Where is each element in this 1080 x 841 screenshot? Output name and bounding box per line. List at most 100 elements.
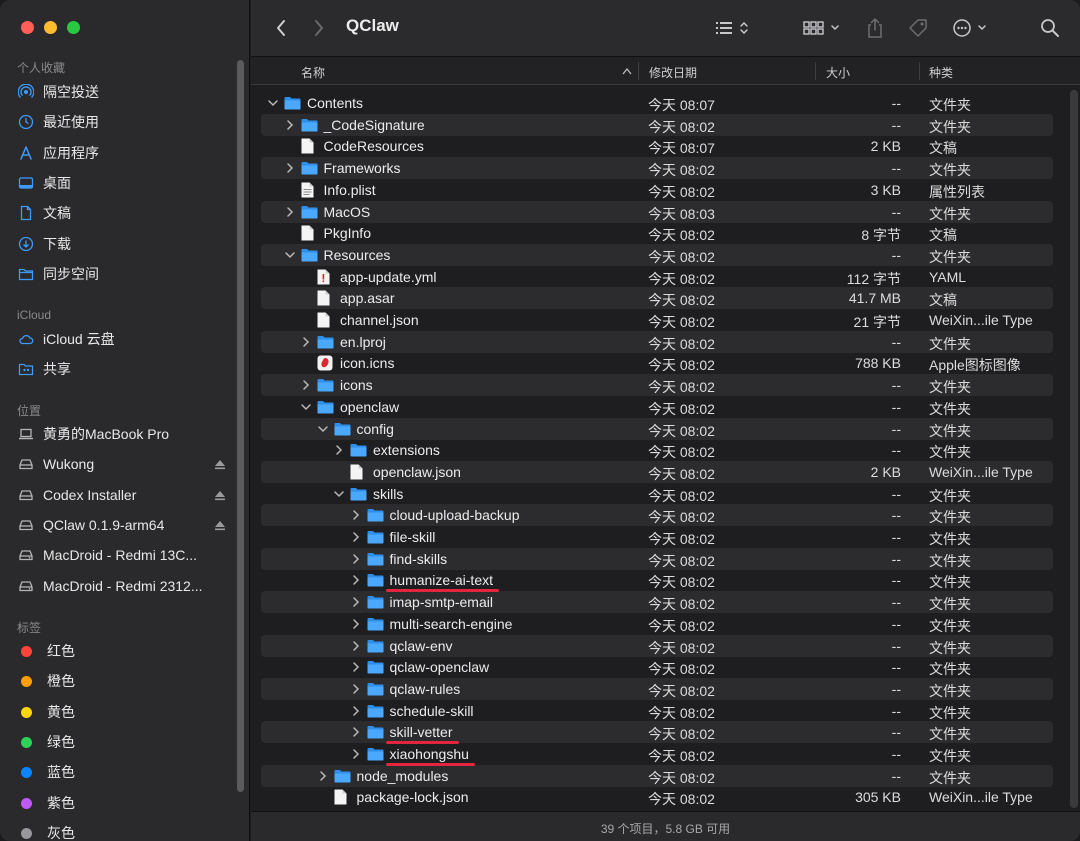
file-row[interactable]: extensions 今天 08:02 -- 文件夹	[261, 439, 1053, 461]
group-button[interactable]	[802, 14, 844, 42]
column-name-header[interactable]: 名称	[301, 64, 325, 81]
disclosure-expanded-icon[interactable]	[300, 401, 312, 413]
sidebar-item-tags-6[interactable]: 灰色	[17, 821, 217, 841]
sidebar-item-tags-2[interactable]: 黄色	[17, 700, 217, 724]
file-row[interactable]: qclaw-openclaw 今天 08:02 -- 文件夹	[261, 656, 1053, 678]
disclosure-collapsed-icon[interactable]	[284, 162, 296, 174]
file-row[interactable]: skills 今天 08:02 -- 文件夹	[261, 483, 1053, 505]
close-window-button[interactable]	[21, 21, 34, 34]
disclosure-collapsed-icon[interactable]	[300, 379, 312, 391]
disclosure-expanded-icon[interactable]	[267, 97, 279, 109]
disclosure-collapsed-icon[interactable]	[350, 748, 362, 760]
share-button[interactable]	[864, 14, 886, 42]
action-menu-button[interactable]	[951, 14, 993, 42]
column-date-header[interactable]: 修改日期	[649, 64, 697, 81]
sidebar-item-locations-5[interactable]: MacDroid - Redmi 2312...	[17, 574, 217, 598]
disclosure-collapsed-icon[interactable]	[350, 531, 362, 543]
disclosure-collapsed-icon[interactable]	[350, 574, 362, 586]
file-row[interactable]: Contents 今天 08:07 -- 文件夹	[261, 92, 1053, 114]
sidebar-item-favorites-5[interactable]: 下载	[17, 232, 217, 256]
file-row[interactable]: icon.icns 今天 08:02 788 KB Apple图标图像	[261, 352, 1053, 374]
disclosure-collapsed-icon[interactable]	[350, 640, 362, 652]
file-row[interactable]: Frameworks 今天 08:02 -- 文件夹	[261, 157, 1053, 179]
file-list-scrollbar[interactable]	[1070, 90, 1078, 808]
sidebar-item-icloud-0[interactable]: iCloud 云盘	[17, 327, 217, 351]
disclosure-collapsed-icon[interactable]	[317, 770, 329, 782]
file-row[interactable]: icons 今天 08:02 -- 文件夹	[261, 374, 1053, 396]
file-row[interactable]: multi-search-engine 今天 08:02 -- 文件夹	[261, 613, 1053, 635]
file-row[interactable]: app.asar 今天 08:02 41.7 MB 文稿	[261, 287, 1053, 309]
file-row[interactable]: CodeResources 今天 08:07 2 KB 文稿	[261, 135, 1053, 157]
sidebar-item-icloud-1[interactable]: 共享	[17, 357, 217, 381]
file-row[interactable]: find-skills 今天 08:02 -- 文件夹	[261, 548, 1053, 570]
file-row[interactable]: app-update.yml 今天 08:02 112 字节 YAML	[261, 266, 1053, 288]
file-row[interactable]: humanize-ai-text 今天 08:02 -- 文件夹	[261, 569, 1053, 591]
sidebar-item-locations-4[interactable]: MacDroid - Redmi 13C...	[17, 543, 217, 567]
file-row[interactable]: node_modules 今天 08:02 -- 文件夹	[261, 765, 1053, 787]
disclosure-collapsed-icon[interactable]	[350, 553, 362, 565]
file-row[interactable]: file-skill 今天 08:02 -- 文件夹	[261, 526, 1053, 548]
sidebar-item-favorites-1[interactable]: 最近使用	[17, 110, 217, 134]
file-row[interactable]: en.lproj 今天 08:02 -- 文件夹	[261, 331, 1053, 353]
file-row[interactable]: skill-vetter 今天 08:02 -- 文件夹	[261, 721, 1053, 743]
disclosure-expanded-icon[interactable]	[284, 249, 296, 261]
sidebar-item-tags-0[interactable]: 红色	[17, 639, 217, 663]
sidebar-item-tags-5[interactable]: 紫色	[17, 791, 217, 815]
back-button[interactable]	[269, 14, 293, 42]
column-divider[interactable]	[815, 62, 816, 80]
file-row[interactable]: package-lock.json 今天 08:02 305 KB WeiXin...…	[261, 786, 1053, 808]
disclosure-collapsed-icon[interactable]	[350, 596, 362, 608]
file-row[interactable]: qclaw-env 今天 08:02 -- 文件夹	[261, 635, 1053, 657]
file-row[interactable]: MacOS 今天 08:03 -- 文件夹	[261, 201, 1053, 223]
file-row[interactable]: channel.json 今天 08:02 21 字节 WeiXin...ile Ty…	[261, 309, 1053, 331]
sidebar-item-favorites-2[interactable]: 应用程序	[17, 141, 217, 165]
file-row[interactable]: Info.plist 今天 08:02 3 KB 属性列表	[261, 179, 1053, 201]
disclosure-collapsed-icon[interactable]	[350, 509, 362, 521]
disclosure-expanded-icon[interactable]	[317, 423, 329, 435]
disclosure-collapsed-icon[interactable]	[350, 705, 362, 717]
file-row[interactable]: imap-smtp-email 今天 08:02 -- 文件夹	[261, 591, 1053, 613]
view-options-button[interactable]	[713, 14, 755, 42]
file-row[interactable]: Resources 今天 08:02 -- 文件夹	[261, 244, 1053, 266]
tag-button[interactable]	[906, 14, 930, 42]
file-row[interactable]: openclaw 今天 08:02 -- 文件夹	[261, 396, 1053, 418]
eject-icon[interactable]	[213, 519, 227, 531]
file-row[interactable]: schedule-skill 今天 08:02 -- 文件夹	[261, 700, 1053, 722]
sort-ascending-icon[interactable]	[622, 67, 632, 75]
file-row[interactable]: qclaw-rules 今天 08:02 -- 文件夹	[261, 678, 1053, 700]
disclosure-collapsed-icon[interactable]	[284, 119, 296, 131]
disclosure-expanded-icon[interactable]	[333, 488, 345, 500]
eject-icon[interactable]	[213, 458, 227, 470]
column-kind-header[interactable]: 种类	[929, 64, 953, 81]
sidebar-item-locations-3[interactable]: QClaw 0.1.9-arm64	[17, 513, 225, 537]
disclosure-collapsed-icon[interactable]	[300, 336, 312, 348]
zoom-window-button[interactable]	[67, 21, 80, 34]
search-button[interactable]	[1038, 14, 1062, 42]
sidebar-item-favorites-3[interactable]: 桌面	[17, 171, 217, 195]
sidebar-item-locations-2[interactable]: Codex Installer	[17, 483, 225, 507]
file-row[interactable]: config 今天 08:02 -- 文件夹	[261, 418, 1053, 440]
sidebar-item-favorites-4[interactable]: 文稿	[17, 201, 217, 225]
forward-button[interactable]	[307, 14, 331, 42]
sidebar-scrollbar[interactable]	[237, 60, 244, 792]
column-divider[interactable]	[638, 62, 639, 80]
disclosure-collapsed-icon[interactable]	[350, 726, 362, 738]
sidebar-item-locations-0[interactable]: 黄勇的MacBook Pro	[17, 422, 217, 446]
file-row[interactable]: openclaw.json 今天 08:02 2 KB WeiXin...ile Ty…	[261, 461, 1053, 483]
sidebar-item-tags-3[interactable]: 绿色	[17, 730, 217, 754]
disclosure-collapsed-icon[interactable]	[284, 206, 296, 218]
sidebar-item-tags-4[interactable]: 蓝色	[17, 760, 217, 784]
sidebar-item-favorites-0[interactable]: 隔空投送	[17, 80, 217, 104]
sidebar-item-locations-1[interactable]: Wukong	[17, 452, 225, 476]
column-size-header[interactable]: 大小	[826, 64, 850, 81]
disclosure-collapsed-icon[interactable]	[350, 618, 362, 630]
file-row[interactable]: _CodeSignature 今天 08:02 -- 文件夹	[261, 114, 1053, 136]
file-row[interactable]: PkgInfo 今天 08:02 8 字节 文稿	[261, 222, 1053, 244]
column-divider[interactable]	[919, 62, 920, 80]
disclosure-collapsed-icon[interactable]	[350, 683, 362, 695]
file-row[interactable]: cloud-upload-backup 今天 08:02 -- 文件夹	[261, 504, 1053, 526]
sidebar-item-favorites-6[interactable]: 同步空间	[17, 262, 217, 286]
minimize-window-button[interactable]	[44, 21, 57, 34]
sidebar-item-tags-1[interactable]: 橙色	[17, 669, 217, 693]
disclosure-collapsed-icon[interactable]	[350, 661, 362, 673]
